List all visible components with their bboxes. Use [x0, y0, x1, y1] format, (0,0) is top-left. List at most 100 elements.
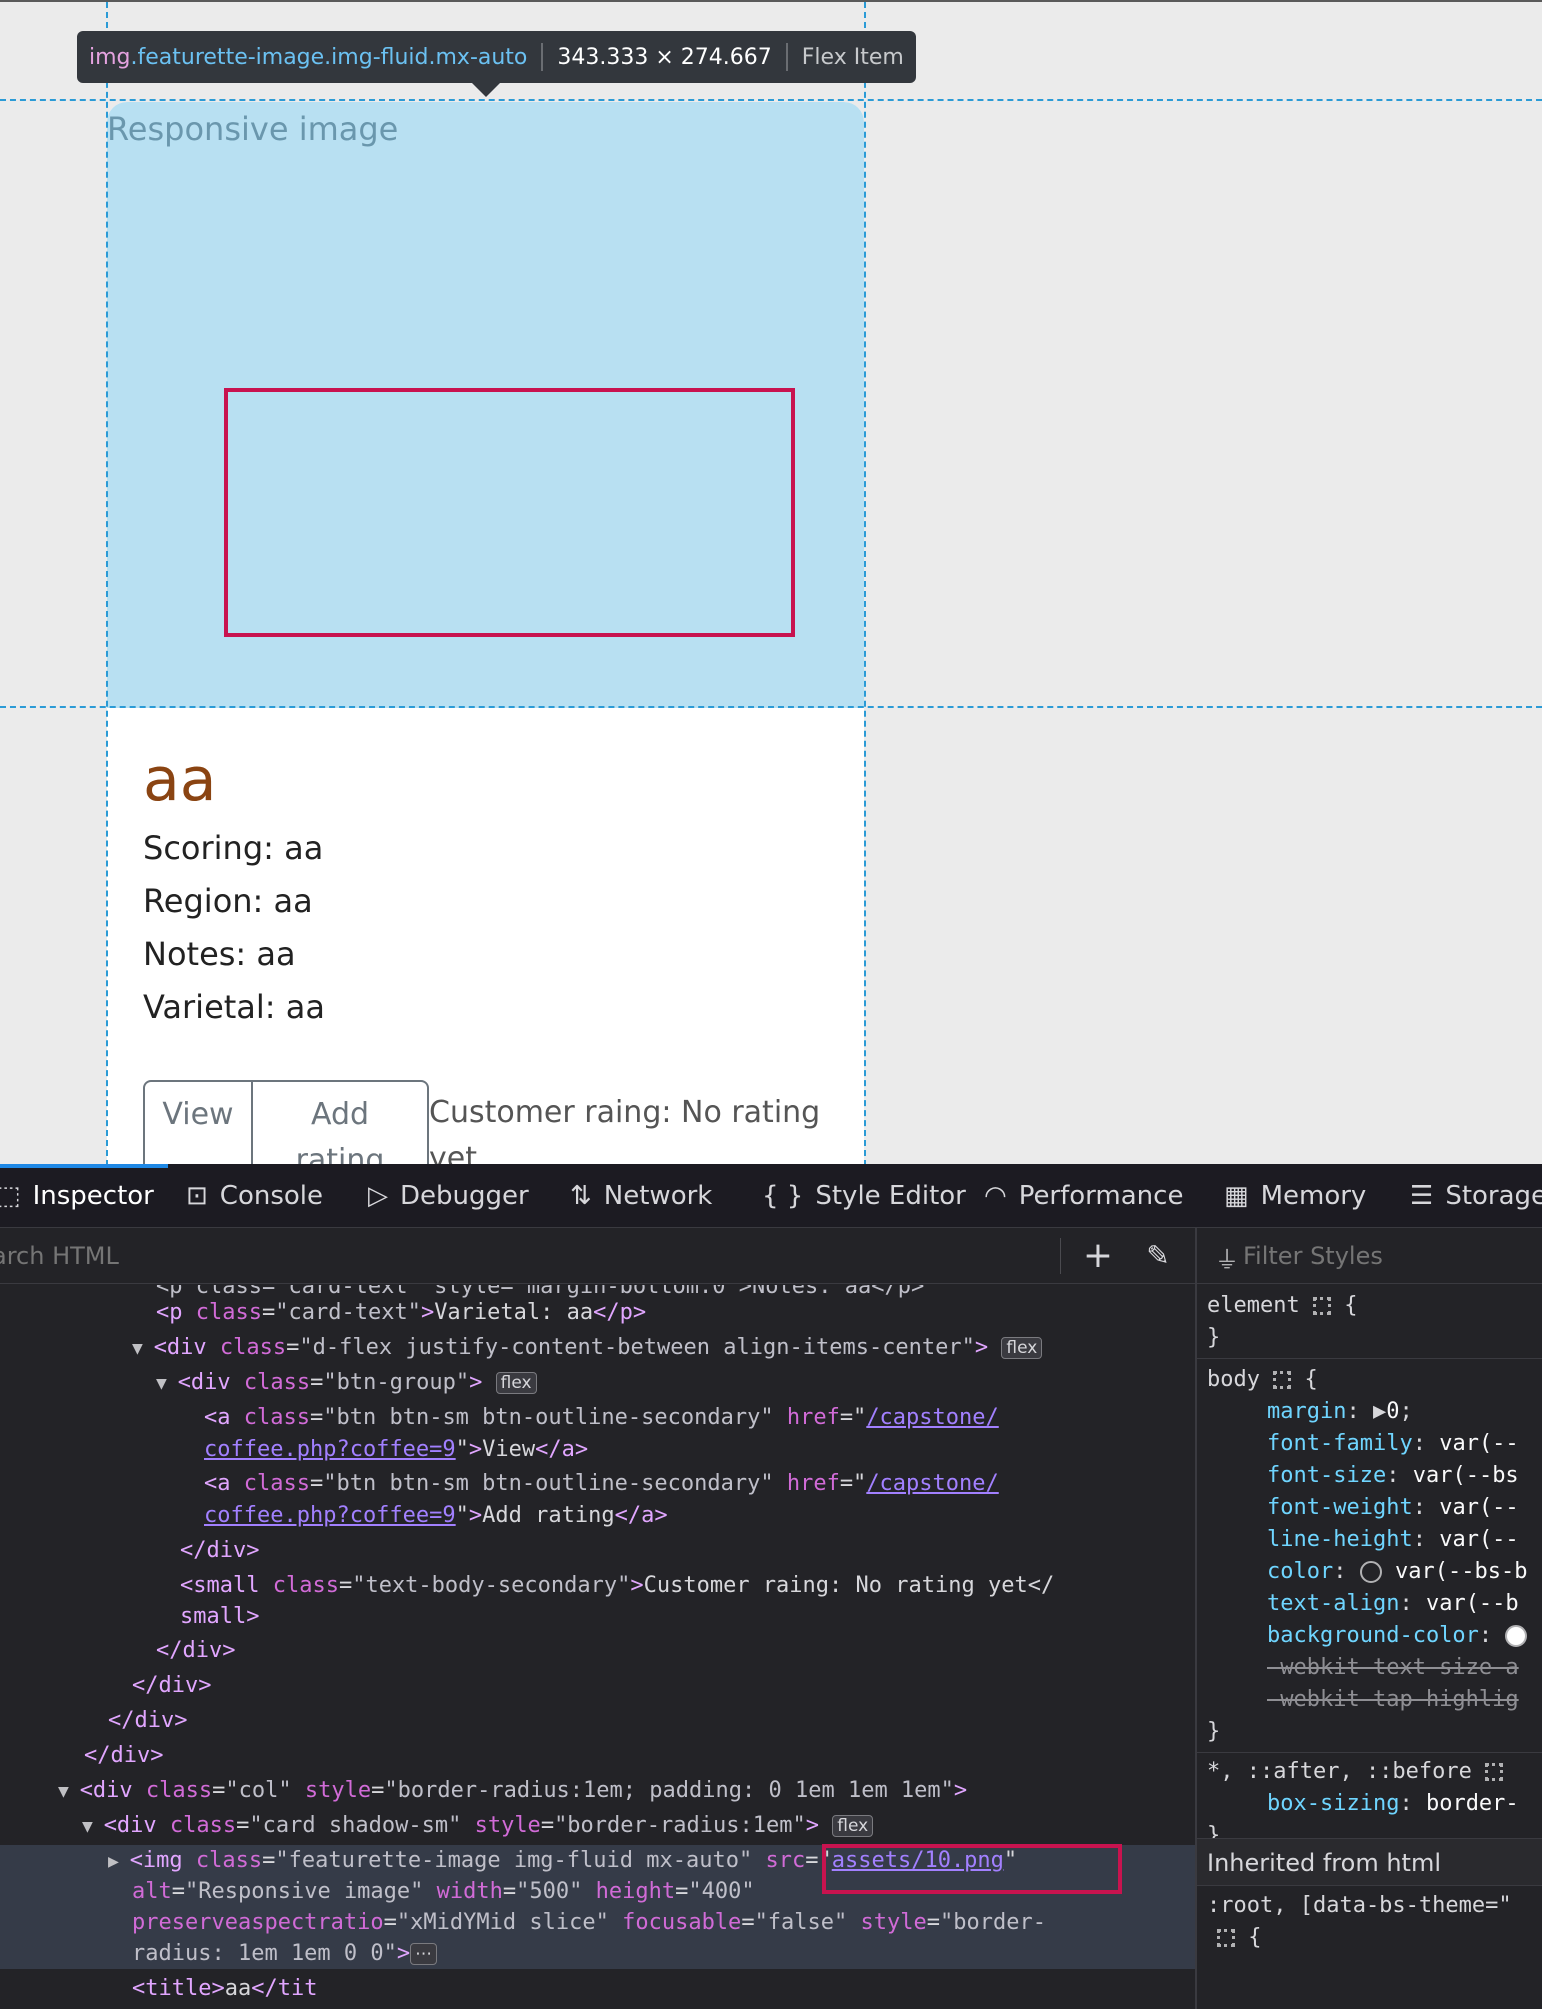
rule-selector[interactable]: *, ::after, ::before	[1207, 1756, 1504, 1788]
markup-line[interactable]: coffee.php?coffee=9">View</a>	[204, 1434, 1195, 1465]
css-declaration[interactable]: box-sizing: border-	[1267, 1788, 1519, 1820]
tooltip-tag: img	[89, 44, 131, 70]
expand-twisty-icon[interactable]: ▼	[82, 1816, 104, 1837]
devtools-tabbar: ⬚ Inspector ⊡ Console ▷ Debugger ⇅ Network {…	[0, 1164, 1542, 1228]
add-rating-button[interactable]: Add rating	[253, 1080, 429, 1164]
annotation-highlight-box	[224, 388, 795, 637]
tab-performance[interactable]: ◠ Performance	[984, 1164, 1183, 1228]
markup-line[interactable]: ▼ <div class="btn-group"> flex	[156, 1367, 1195, 1399]
markup-line[interactable]: ▼ <div class="card shadow-sm" style="bor…	[82, 1810, 1195, 1842]
tab-label: Console	[219, 1181, 324, 1211]
customer-rating-text: Customer raing: No rating yet	[429, 1095, 821, 1164]
expand-twisty-icon[interactable]: ▼	[58, 1781, 80, 1802]
markup-line[interactable]: </div>	[132, 1670, 1195, 1702]
grid-icon[interactable]	[1273, 1371, 1292, 1389]
console-icon: ⊡	[186, 1181, 208, 1211]
css-declaration[interactable]: font-weight: var(--	[1267, 1492, 1519, 1524]
markup-line[interactable]: coffee.php?coffee=9">Add rating</a>	[204, 1500, 1195, 1531]
tab-inspector[interactable]: ⬚ Inspector	[0, 1164, 154, 1228]
guide-line-right	[864, 2, 866, 1164]
css-declaration-overridden[interactable]: -webkit-tap-highlig	[1267, 1684, 1519, 1716]
grid-icon[interactable]	[1217, 1929, 1235, 1947]
markup-line[interactable]: </div>	[156, 1635, 1195, 1667]
rule-close: }	[1207, 1719, 1221, 1744]
css-declaration[interactable]: font-family: var(--	[1267, 1428, 1519, 1460]
add-node-icon[interactable]: +	[1078, 1234, 1118, 1278]
tooltip-dimensions: 343.333 × 274.667	[557, 44, 772, 70]
markup-line[interactable]: small>	[180, 1601, 1195, 1632]
tab-network[interactable]: ⇅ Network	[570, 1164, 712, 1228]
expand-twisty-icon[interactable]: ▼	[132, 1338, 154, 1359]
markup-line[interactable]: <a class="btn btn-sm btn-outline-seconda…	[204, 1468, 1195, 1500]
markup-line-selected[interactable]: preserveaspectratio="xMidYMid slice" foc…	[0, 1907, 1195, 1938]
inspector-tooltip: img .featurette-image.img-fluid.mx-auto 3…	[77, 31, 916, 83]
card-text-varietal: Varietal: aa	[143, 988, 325, 1026]
markup-line[interactable]: </div>	[108, 1705, 1195, 1737]
filter-styles-input[interactable]	[1243, 1228, 1542, 1284]
css-declaration-overridden[interactable]: -webkit-text-size-a	[1267, 1652, 1519, 1684]
tooltip-separator	[785, 43, 788, 71]
rules-panel: ⏚ element { } body { margin: ▶0; font-fa…	[1195, 1228, 1542, 2009]
markup-line[interactable]: </div>	[84, 1740, 1195, 1772]
tab-label: Storage	[1445, 1181, 1542, 1211]
filter-icon: ⏚	[1215, 1246, 1239, 1274]
rule-selector[interactable]: body {	[1207, 1364, 1318, 1396]
tab-debugger[interactable]: ▷ Debugger	[368, 1164, 529, 1228]
card-image[interactable]: Responsive image	[107, 102, 864, 708]
markup-line-selected[interactable]: radius: 1em 1em 0 0"> ⋯	[0, 1938, 1195, 1969]
image-alt-text: Responsive image	[107, 110, 399, 148]
expand-twisty-icon[interactable]: ▶	[108, 1851, 130, 1872]
card-text-scoring: Scoring: aa	[143, 829, 324, 867]
flex-badge[interactable]: flex	[495, 1372, 537, 1394]
grid-icon[interactable]	[1485, 1763, 1504, 1781]
color-swatch-icon[interactable]	[1359, 1561, 1382, 1583]
tab-style-editor[interactable]: { } Style Editor	[762, 1164, 966, 1228]
markup-line[interactable]: ▼ <div class="col" style="border-radius:…	[58, 1775, 1195, 1807]
color-swatch-icon[interactable]	[1505, 1625, 1528, 1647]
css-declaration[interactable]: font-size: var(--bs	[1267, 1460, 1519, 1492]
tab-label: Performance	[1018, 1181, 1184, 1211]
flex-badge[interactable]: flex	[1001, 1337, 1043, 1359]
memory-icon: ▦	[1224, 1181, 1249, 1211]
storage-icon: ☰	[1410, 1181, 1434, 1211]
filter-styles-bar: ⏚	[1197, 1228, 1542, 1284]
markup-line[interactable]: ▼ <div class="d-flex justify-content-bet…	[132, 1332, 1195, 1364]
search-html-input[interactable]	[0, 1228, 1060, 1284]
rule-selector[interactable]: :root, [data-bs-theme="	[1207, 1890, 1512, 1922]
network-icon: ⇅	[570, 1181, 592, 1211]
inspector-icon: ⬚	[0, 1181, 21, 1211]
css-declaration[interactable]: color: var(--bs-b	[1267, 1556, 1527, 1588]
debugger-icon: ▷	[368, 1181, 388, 1211]
flex-badge[interactable]: flex	[832, 1815, 874, 1837]
view-button[interactable]: View	[143, 1080, 253, 1164]
devtools-panel: ⬚ Inspector ⊡ Console ▷ Debugger ⇅ Network {…	[0, 1164, 1542, 2009]
grid-icon[interactable]	[1312, 1297, 1331, 1315]
rule-separator	[1197, 1752, 1542, 1753]
guide-line-left	[106, 2, 108, 1164]
tab-console[interactable]: ⊡ Console	[186, 1164, 323, 1228]
guide-line-top	[0, 99, 1542, 101]
markup-line[interactable]: <p class="card-text">Varietal: aa</p>	[156, 1297, 1195, 1329]
rule-open[interactable]: {	[1217, 1922, 1262, 1954]
tooltip-classes: .featurette-image.img-fluid.mx-auto	[130, 44, 528, 70]
markup-line[interactable]: </div>	[180, 1535, 1195, 1567]
rule-close: }	[1207, 1325, 1221, 1350]
coffee-card: Responsive image aa Scoring: aa Region: …	[107, 102, 864, 1164]
markup-line[interactable]: <a class="btn btn-sm btn-outline-seconda…	[204, 1402, 1195, 1434]
rule-selector[interactable]: element {	[1207, 1290, 1357, 1322]
tab-memory[interactable]: ▦ Memory	[1224, 1164, 1366, 1228]
css-declaration[interactable]: line-height: var(--	[1267, 1524, 1519, 1556]
css-declaration[interactable]: margin: ▶0;	[1267, 1396, 1413, 1428]
expand-twisty-icon[interactable]: ▼	[156, 1373, 178, 1394]
css-declaration[interactable]: background-color:	[1267, 1620, 1528, 1652]
markup-line[interactable]: <small class="text-body-secondary">Custo…	[180, 1570, 1195, 1602]
tab-storage[interactable]: ☰ Storage	[1410, 1164, 1542, 1228]
page-viewport: Responsive image aa Scoring: aa Region: …	[0, 0, 1542, 1164]
more-badge[interactable]: ⋯	[410, 1943, 438, 1965]
eyedropper-icon[interactable]: ✎	[1138, 1234, 1178, 1278]
card-text-region: Region: aa	[143, 882, 313, 920]
tooltip-arrow	[472, 83, 500, 97]
css-declaration[interactable]: text-align: var(--b	[1267, 1588, 1519, 1620]
markup-view: <p class="card-text" style="margin-botto…	[0, 1285, 1195, 2009]
markup-line[interactable]: <title>aa</tit	[132, 1973, 1195, 2005]
